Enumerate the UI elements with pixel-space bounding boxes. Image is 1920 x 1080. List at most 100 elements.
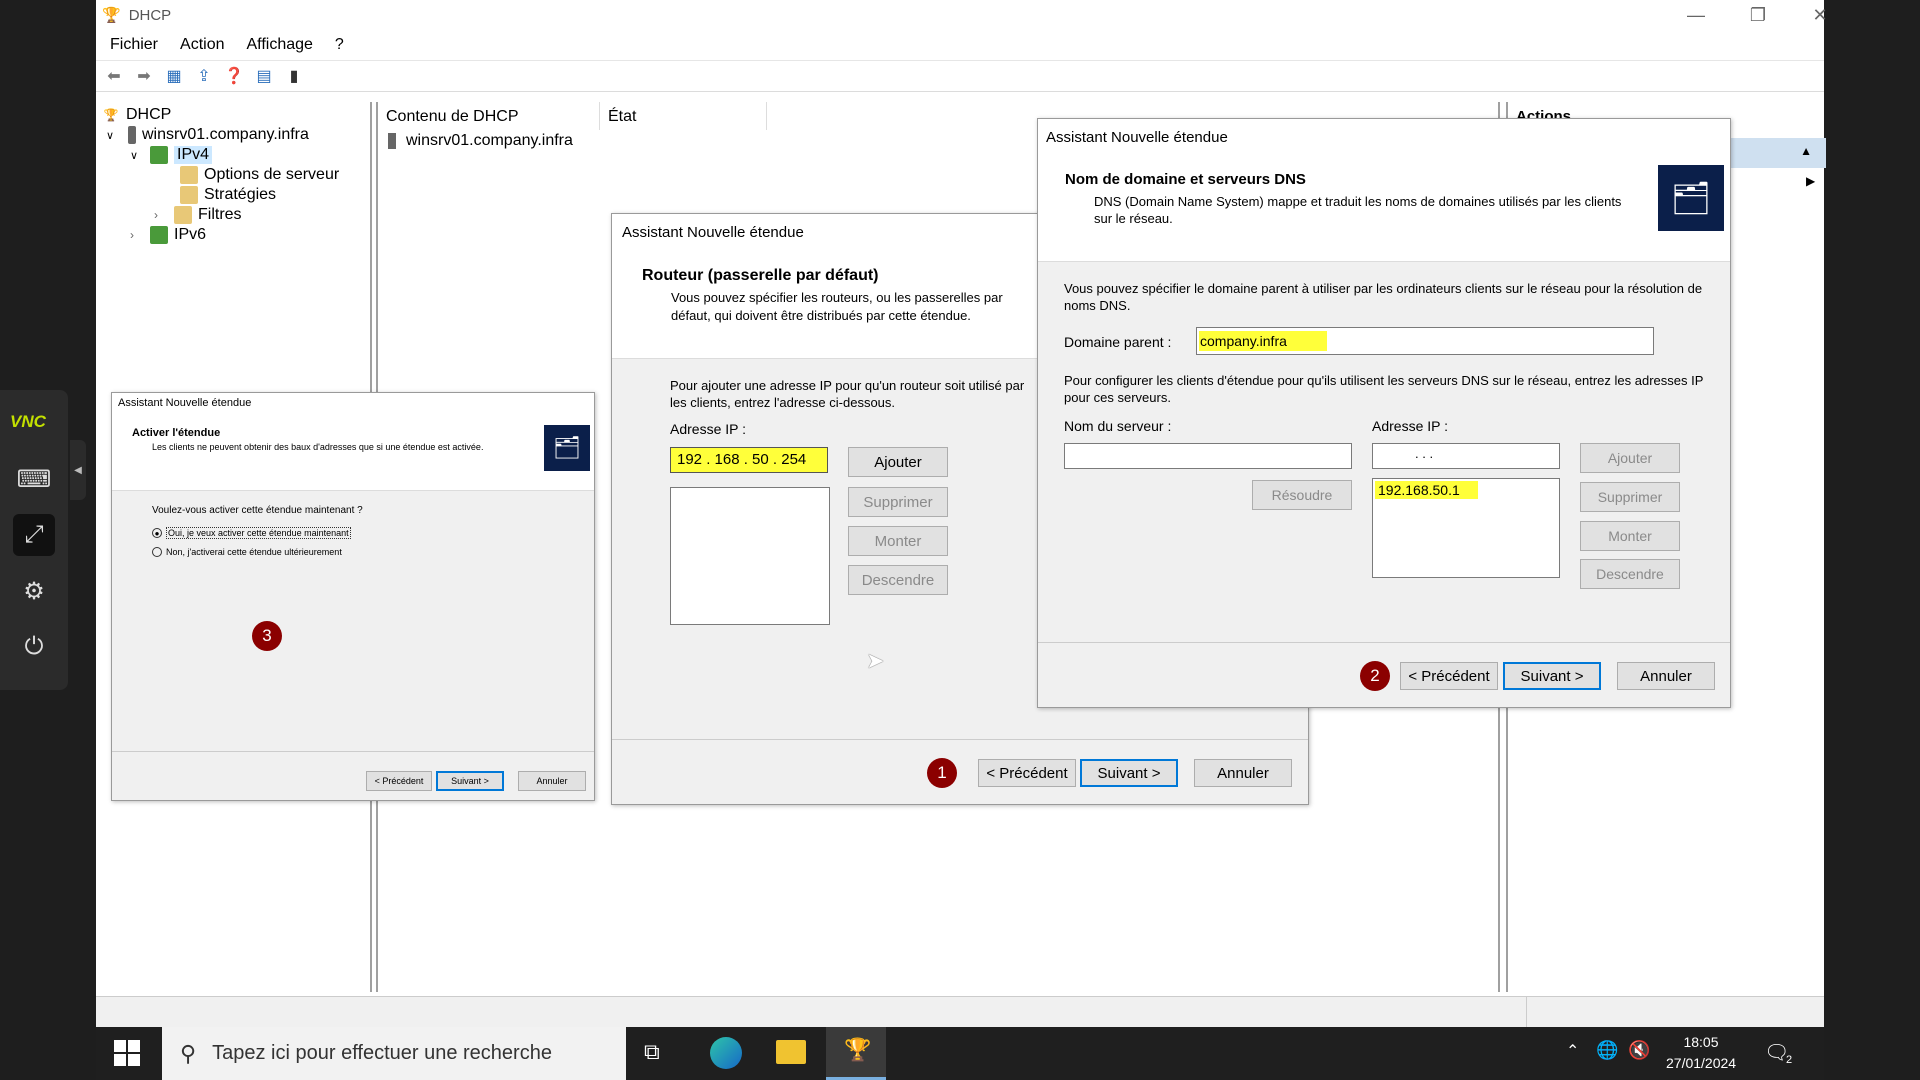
next-button[interactable]: Suivant >: [1503, 662, 1601, 690]
previous-button[interactable]: < Précédent: [1400, 662, 1498, 690]
up-button[interactable]: Monter: [1580, 521, 1680, 551]
volume-muted-icon[interactable]: 🔇: [1628, 1040, 1650, 1061]
menu-fichier[interactable]: Fichier: [110, 36, 158, 54]
minimize-button[interactable]: —: [1666, 0, 1726, 30]
wizard-folder-icon: 🗂: [1658, 165, 1724, 231]
more-actions-icon[interactable]: ▶: [1806, 174, 1815, 188]
dns-ip-label: Adresse IP :: [1372, 418, 1449, 434]
server-icon: [128, 126, 136, 144]
keyboard-icon[interactable]: ⌨: [13, 458, 55, 500]
down-button[interactable]: Descendre: [848, 565, 948, 595]
list-item[interactable]: winsrv01.company.infra: [388, 132, 573, 150]
resolve-button[interactable]: Résoudre: [1252, 480, 1352, 510]
router-ip-input[interactable]: 192 . 168 . 50 . 254: [670, 447, 828, 473]
column-header-content[interactable]: Contenu de DHCP: [386, 108, 519, 126]
ipv6-icon: [150, 226, 168, 244]
remove-button[interactable]: Supprimer: [1580, 482, 1680, 512]
radio-yes[interactable]: ● Oui, je veux activer cette étendue mai…: [152, 527, 351, 539]
console-icon[interactable]: ▤: [250, 64, 278, 88]
radio-checked-icon[interactable]: ●: [152, 528, 162, 538]
task-view-icon[interactable]: ⧉: [644, 1039, 660, 1065]
previous-button[interactable]: < Précédent: [978, 759, 1076, 787]
windows-start-icon[interactable]: [114, 1040, 140, 1066]
up-button[interactable]: Monter: [848, 526, 948, 556]
previous-button[interactable]: < Précédent: [366, 771, 432, 791]
next-button[interactable]: Suivant >: [436, 771, 504, 791]
cancel-button[interactable]: Annuler: [1617, 662, 1715, 690]
ip-label: Adresse IP :: [670, 421, 747, 437]
wizard-folder-icon: 🗂: [544, 425, 590, 471]
tree-root[interactable]: 🏆 DHCP: [102, 106, 172, 124]
restore-button[interactable]: ❐: [1728, 0, 1788, 30]
collapse-icon[interactable]: ▲: [1800, 144, 1812, 158]
wizard-subheading: DNS (Domain Name System) mappe et tradui…: [1094, 194, 1622, 226]
divider: [1038, 642, 1730, 643]
clock[interactable]: 18:05 27/01/2024: [1666, 1032, 1736, 1074]
file-explorer-icon[interactable]: [776, 1040, 806, 1064]
tree-options-label: Options de serveur: [204, 166, 340, 183]
dns-servers-info: Pour configurer les clients d'étendue po…: [1064, 373, 1704, 405]
export-icon[interactable]: ⇪: [190, 64, 218, 88]
router-list[interactable]: [670, 487, 830, 625]
tree-server-label: winsrv01.company.infra: [142, 126, 309, 143]
forward-arrow-icon[interactable]: ➡: [130, 64, 158, 88]
chevron-up-icon[interactable]: ⌃: [1566, 1041, 1579, 1061]
chevron-right-icon[interactable]: ›: [130, 228, 150, 242]
add-button[interactable]: Ajouter: [1580, 443, 1680, 473]
dhcp-icon: 🏆: [103, 108, 119, 122]
toolbar: ⬅ ➡ ▦ ⇪ ❓ ▤ ▮: [96, 60, 1824, 92]
taskbar-search[interactable]: ⚲ Tapez ici pour effectuer une recherche: [162, 1027, 626, 1080]
remove-button[interactable]: Supprimer: [848, 487, 948, 517]
dns-ip-input[interactable]: . . .: [1372, 443, 1560, 469]
dhcp-taskbar-button[interactable]: 🏆: [826, 1027, 886, 1080]
parent-domain-input[interactable]: company.infra: [1196, 327, 1654, 355]
down-button[interactable]: Descendre: [1580, 559, 1680, 589]
status-bar: [96, 996, 1824, 1027]
radio-unchecked-icon[interactable]: [152, 547, 162, 557]
add-button[interactable]: Ajouter: [848, 447, 948, 477]
back-arrow-icon[interactable]: ⬅: [100, 64, 128, 88]
ipv4-icon: [150, 146, 168, 164]
column-divider: [766, 102, 767, 130]
tree-server-options[interactable]: Options de serveur: [180, 166, 339, 184]
strategies-icon: [180, 186, 198, 204]
radio-no[interactable]: Non, j'activerai cette étendue ultérieur…: [152, 547, 342, 557]
power-icon[interactable]: ⏻: [13, 626, 55, 668]
wizard-dns-dialog: Assistant Nouvelle étendue Nom de domain…: [1037, 118, 1731, 708]
radio-no-label: Non, j'activerai cette étendue ultérieur…: [166, 547, 342, 557]
tree-ipv4[interactable]: ∨ IPv4: [130, 146, 213, 164]
dns-server-entry[interactable]: 192.168.50.1: [1375, 481, 1478, 499]
actions-title: Actions: [1516, 108, 1572, 118]
chevron-down-icon[interactable]: ∨: [130, 149, 150, 162]
server-name-input[interactable]: [1064, 443, 1352, 469]
close-button[interactable]: ✕: [1790, 0, 1850, 30]
help-icon[interactable]: ❓: [220, 64, 248, 88]
server-icon[interactable]: ▮: [280, 64, 308, 88]
show-tree-icon[interactable]: ▦: [160, 64, 188, 88]
cancel-button[interactable]: Annuler: [1194, 759, 1292, 787]
gear-icon[interactable]: ⚙: [13, 570, 55, 612]
menu-help[interactable]: ?: [335, 36, 344, 54]
dns-server-list[interactable]: 192.168.50.1: [1372, 478, 1560, 578]
cancel-button[interactable]: Annuler: [518, 771, 586, 791]
next-button[interactable]: Suivant >: [1080, 759, 1178, 787]
sidebar-toggle-icon[interactable]: ◀: [70, 440, 86, 500]
chevron-down-icon[interactable]: ∨: [106, 129, 128, 142]
dhcp-app-icon: 🏆: [102, 7, 121, 24]
column-divider: [599, 102, 600, 130]
edge-icon[interactable]: [710, 1037, 742, 1069]
tree-server[interactable]: ∨ winsrv01.company.infra: [106, 126, 309, 144]
menu-affichage[interactable]: Affichage: [246, 36, 312, 54]
tree-filters[interactable]: › Filtres: [154, 206, 242, 224]
mouse-cursor-icon: ➤: [866, 648, 885, 673]
tree-ipv6[interactable]: › IPv6: [130, 226, 206, 244]
menu-action[interactable]: Action: [180, 36, 224, 54]
tree-strategies[interactable]: Stratégies: [180, 186, 276, 204]
status-divider: [1526, 997, 1527, 1027]
chevron-right-icon[interactable]: ›: [154, 208, 174, 222]
column-header-state[interactable]: État: [608, 108, 636, 126]
network-icon[interactable]: 🌐: [1596, 1040, 1618, 1061]
fullscreen-icon[interactable]: ⤢: [13, 514, 55, 556]
clock-date: 27/01/2024: [1666, 1055, 1737, 1071]
clock-time: 18:05: [1683, 1034, 1719, 1050]
